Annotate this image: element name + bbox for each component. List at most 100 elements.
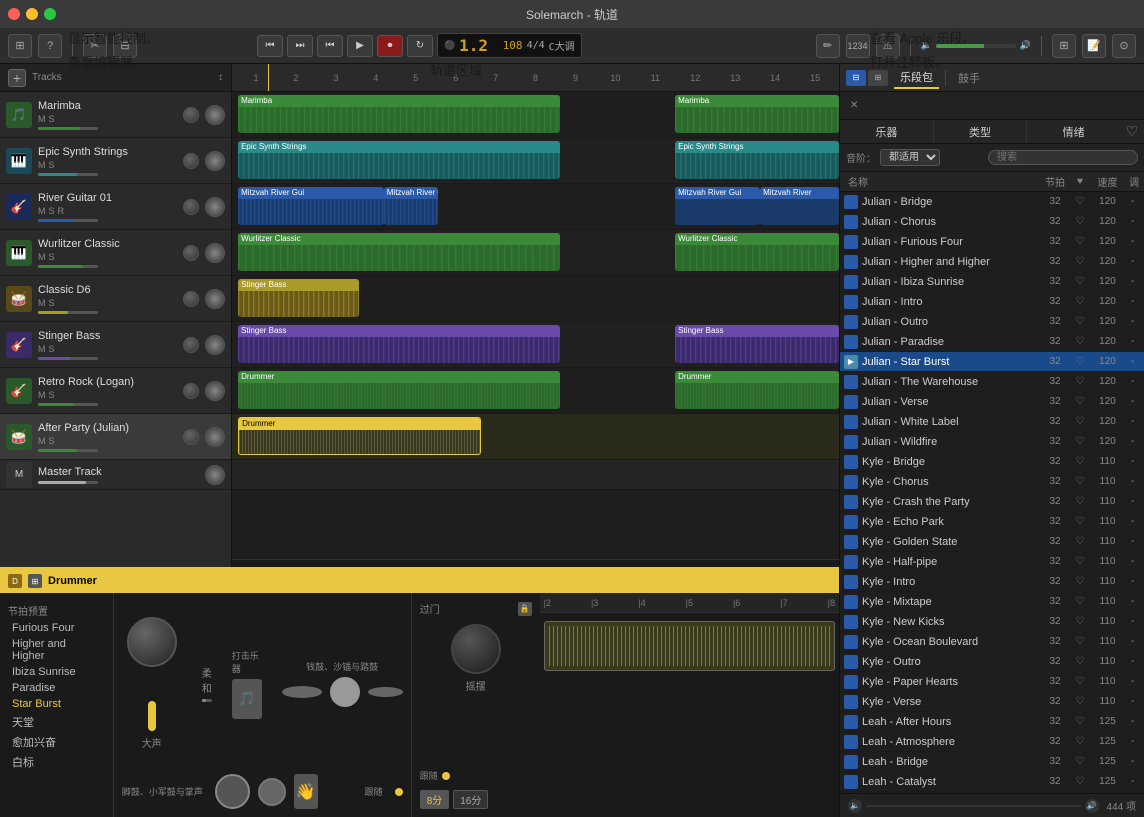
col-instrument[interactable]: 乐器 xyxy=(840,120,934,143)
track-wurlitzer[interactable]: 🎹 Wurlitzer Classic M S xyxy=(0,230,231,276)
mute-btn-epic-synth[interactable]: M xyxy=(38,160,46,170)
lane-classic-d6[interactable]: Stinger Bass xyxy=(232,276,839,322)
browser-item[interactable]: Julian - Wildfire32♡120- xyxy=(840,432,1144,452)
clap[interactable]: 👋 xyxy=(294,774,318,809)
browser-item-fav[interactable]: ♡ xyxy=(1070,536,1090,547)
record-btn[interactable]: ⏺ xyxy=(377,35,403,57)
preset-higher-and-higher[interactable]: Higher and Higher xyxy=(0,636,113,664)
clip-epic-synth-1[interactable]: Epic Synth Strings xyxy=(238,141,560,179)
mute-btn-stinger-bass[interactable]: M xyxy=(38,344,46,354)
hihat[interactable] xyxy=(282,686,322,698)
browser-item[interactable]: Kyle - Echo Park32♡110- xyxy=(840,512,1144,532)
track-fader-wurlitzer[interactable] xyxy=(38,265,98,268)
rewind-btn[interactable]: ⏮ xyxy=(257,35,283,57)
track-knob-epic-synth[interactable] xyxy=(183,153,199,169)
track-knob-retro-rock[interactable] xyxy=(183,383,199,399)
shaker[interactable] xyxy=(330,677,360,707)
browser-item[interactable]: Kyle - Ocean Boulevard32♡110- xyxy=(840,632,1144,652)
browser-item[interactable]: Kyle - Half-pipe32♡110- xyxy=(840,552,1144,572)
browser-item[interactable]: Kyle - Crash the Party32♡110- xyxy=(840,492,1144,512)
cycle-btn[interactable]: ↻ xyxy=(407,35,433,57)
browser-item[interactable]: Kyle - Verse32♡110- xyxy=(840,692,1144,712)
browser-tab-loops[interactable]: 乐段包 xyxy=(894,67,939,89)
speaker-icon[interactable]: 🔈 xyxy=(848,799,862,813)
browser-item-fav[interactable]: ♡ xyxy=(1070,376,1090,387)
browser-item-fav[interactable]: ♡ xyxy=(1070,756,1090,767)
track-fader-classic-d6[interactable] xyxy=(38,311,98,314)
speaker-max-icon[interactable]: 🔊 xyxy=(1085,799,1099,813)
browser-item[interactable]: Julian - White Label32♡120- xyxy=(840,412,1144,432)
notepad-btn[interactable]: 📝 xyxy=(1082,34,1106,58)
track-knob-stinger-bass[interactable] xyxy=(183,337,199,353)
track-fader-master[interactable] xyxy=(38,481,98,484)
browser-item-fav[interactable]: ♡ xyxy=(1070,216,1090,227)
browser-item[interactable]: Julian - Bridge32♡120- xyxy=(840,192,1144,212)
preset-baibiao[interactable]: 白标 xyxy=(0,752,113,772)
preset-tiandi[interactable]: 天堂 xyxy=(0,712,113,732)
browser-item[interactable]: ▶Julian - Star Burst32♡120- xyxy=(840,352,1144,372)
smart-controls-btn[interactable]: ⊟ xyxy=(113,34,137,58)
track-knob-classic-d6[interactable] xyxy=(183,291,199,307)
track-scroll-h[interactable] xyxy=(232,559,839,567)
browser-item-fav[interactable]: ♡ xyxy=(1070,196,1090,207)
mute-btn-river-guitar[interactable]: M xyxy=(38,206,46,216)
browser-item[interactable]: Kyle - Mixtape32♡110- xyxy=(840,592,1144,612)
lane-marimba[interactable]: Marimba Marimba xyxy=(232,92,839,138)
browser-item[interactable]: Julian - Chorus32♡120- xyxy=(840,212,1144,232)
browser-item-fav[interactable]: ♡ xyxy=(1070,256,1090,267)
track-fader-retro-rock[interactable] xyxy=(38,403,98,406)
browser-item-fav[interactable]: ♡ xyxy=(1070,636,1090,647)
percussion-shaker[interactable]: 🎵 xyxy=(232,679,262,719)
browser-item-fav[interactable]: ♡ xyxy=(1070,336,1090,347)
clip-river-guitar-4[interactable]: Mitzvah River xyxy=(760,187,839,225)
browser-item[interactable]: Julian - Verse32♡120- xyxy=(840,392,1144,412)
clip-river-guitar-3[interactable]: Mitzvah River Gui xyxy=(675,187,760,225)
track-fader-epic-synth[interactable] xyxy=(38,173,98,176)
lane-retro-rock[interactable]: Drummer Drummer xyxy=(232,368,839,414)
browser-item-fav[interactable]: ♡ xyxy=(1070,516,1090,527)
minimize-button[interactable] xyxy=(26,8,38,20)
smart-btn[interactable]: ⊙ xyxy=(1112,34,1136,58)
browser-item-fav[interactable]: ♡ xyxy=(1070,296,1090,307)
volume-track[interactable] xyxy=(936,44,1016,48)
browser-item[interactable]: Kyle - Paper Hearts32♡110- xyxy=(840,672,1144,692)
browser-item-fav[interactable]: ♡ xyxy=(1070,716,1090,727)
close-button[interactable] xyxy=(8,8,20,20)
clip-river-guitar-2[interactable]: Mitzvah River Gui xyxy=(384,187,439,225)
solo-btn-classic-d6[interactable]: S xyxy=(49,298,55,308)
track-knob-river-guitar[interactable] xyxy=(183,199,199,215)
library-btn[interactable]: ⊞ xyxy=(8,34,32,58)
browser-item[interactable]: Leah - Atmosphere32♡125- xyxy=(840,732,1144,752)
browser-item-fav[interactable]: ♡ xyxy=(1070,696,1090,707)
clip-marimba-2[interactable]: Marimba xyxy=(675,95,839,133)
traffic-lights[interactable] xyxy=(8,8,56,20)
browser-item[interactable]: Julian - Outro32♡120- xyxy=(840,312,1144,332)
lane-master[interactable] xyxy=(232,460,839,490)
track-retro-rock[interactable]: 🎸 Retro Rock (Logan) M S xyxy=(0,368,231,414)
browser-item-fav[interactable]: ♡ xyxy=(1070,616,1090,627)
close-browser-btn[interactable]: ✕ xyxy=(846,98,862,113)
lane-river-guitar[interactable]: Mitzvah River Gui Mitzvah River Gui Mitz… xyxy=(232,184,839,230)
browser-item[interactable]: Kyle - Golden State32♡110- xyxy=(840,532,1144,552)
list-col-beats[interactable]: 节拍 xyxy=(1040,174,1070,189)
browser-item-fav[interactable]: ♡ xyxy=(1070,276,1090,287)
play-btn[interactable]: ▶ xyxy=(347,35,373,57)
browser-item[interactable]: Julian - Ibiza Sunrise32♡120- xyxy=(840,272,1144,292)
clip-drummer-2[interactable]: Drummer xyxy=(675,371,839,409)
track-marimba[interactable]: 🎵 Marimba M S xyxy=(0,92,231,138)
browser-item-fav[interactable]: ♡ xyxy=(1070,476,1090,487)
clip-drummer-1[interactable]: Drummer xyxy=(238,371,560,409)
track-knob-wurlitzer[interactable] xyxy=(183,245,199,261)
list-col-key[interactable]: 调 xyxy=(1125,174,1140,189)
browser-item[interactable]: Julian - Intro32♡120- xyxy=(840,292,1144,312)
track-after-party[interactable]: 🥁 After Party (Julian) M S xyxy=(0,414,231,460)
clip-wurlitzer-2[interactable]: Wurlitzer Classic xyxy=(675,233,839,271)
col-type[interactable]: 类型 xyxy=(934,120,1028,143)
shake-knob[interactable] xyxy=(451,624,501,674)
browser-item-fav[interactable]: ♡ xyxy=(1070,496,1090,507)
solo-btn-epic-synth[interactable]: S xyxy=(49,160,55,170)
track-knob-after-party[interactable] xyxy=(183,429,199,445)
track-master[interactable]: M Master Track xyxy=(0,460,231,490)
browser-item-fav[interactable]: ♡ xyxy=(1070,316,1090,327)
browser-item-fav[interactable]: ♡ xyxy=(1070,736,1090,747)
